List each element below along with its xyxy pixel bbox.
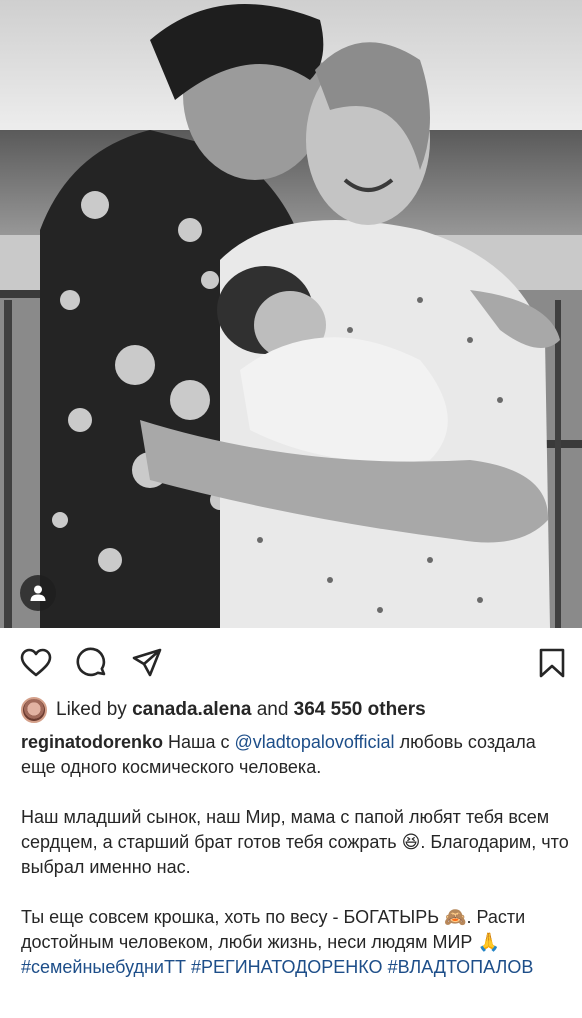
caption-paragraph-1: reginatodorenko Наша с @vladtopalovoffic… [21,730,569,780]
like-button[interactable] [19,646,53,680]
caption-text-3a: Ты еще совсем крошка, хоть по весу - БОГ… [21,907,440,927]
hashtag-link[interactable]: #ВЛАДТОПАЛОВ [388,957,534,977]
photo-image [0,0,582,628]
caption-paragraph-2: Наш младший сынок, наш Мир, мама с папой… [21,805,569,880]
see-no-evil-monkey-emoji-icon: 🙈 [444,907,467,928]
caption-paragraph-3: Ты еще совсем крошка, хоть по весу - БОГ… [21,905,569,955]
caption-username[interactable]: reginatodorenko [21,732,163,752]
bookmark-icon [539,648,565,678]
laughing-emoji-icon: 😆 [401,832,421,853]
comment-icon [76,647,106,677]
send-icon [132,648,162,677]
post-photo[interactable] [0,0,582,628]
person-icon [30,585,46,601]
liked-by-prefix: Liked by [56,699,127,720]
liked-by-connector: and [256,699,289,720]
liked-by-user[interactable]: canada.alena [132,699,251,721]
folded-hands-emoji-icon: 🙏 [477,932,500,953]
caption-hashtags: #семейныебудниТТ #РЕГИНАТОДОРЕНКО #ВЛАДТ… [21,955,569,980]
share-button[interactable] [130,646,164,680]
tagged-people-button[interactable] [20,575,56,611]
heart-icon [20,648,52,677]
hashtag-link[interactable]: #семейныебудниТТ [21,957,186,977]
caption-text-1a: Наша с [168,732,230,752]
likes-count[interactable]: 364 550 others [294,699,426,721]
save-button[interactable] [535,646,569,680]
avatar[interactable] [21,697,47,723]
action-bar [0,628,582,696]
comment-button[interactable] [75,646,109,680]
liked-by-row[interactable]: Liked by canada.alena and 364 550 others [21,696,426,724]
post-caption: reginatodorenko Наша с @vladtopalovoffic… [21,730,569,980]
hashtag-link[interactable]: #РЕГИНАТОДОРЕНКО [191,957,383,977]
caption-mention[interactable]: @vladtopalovofficial [235,732,395,752]
